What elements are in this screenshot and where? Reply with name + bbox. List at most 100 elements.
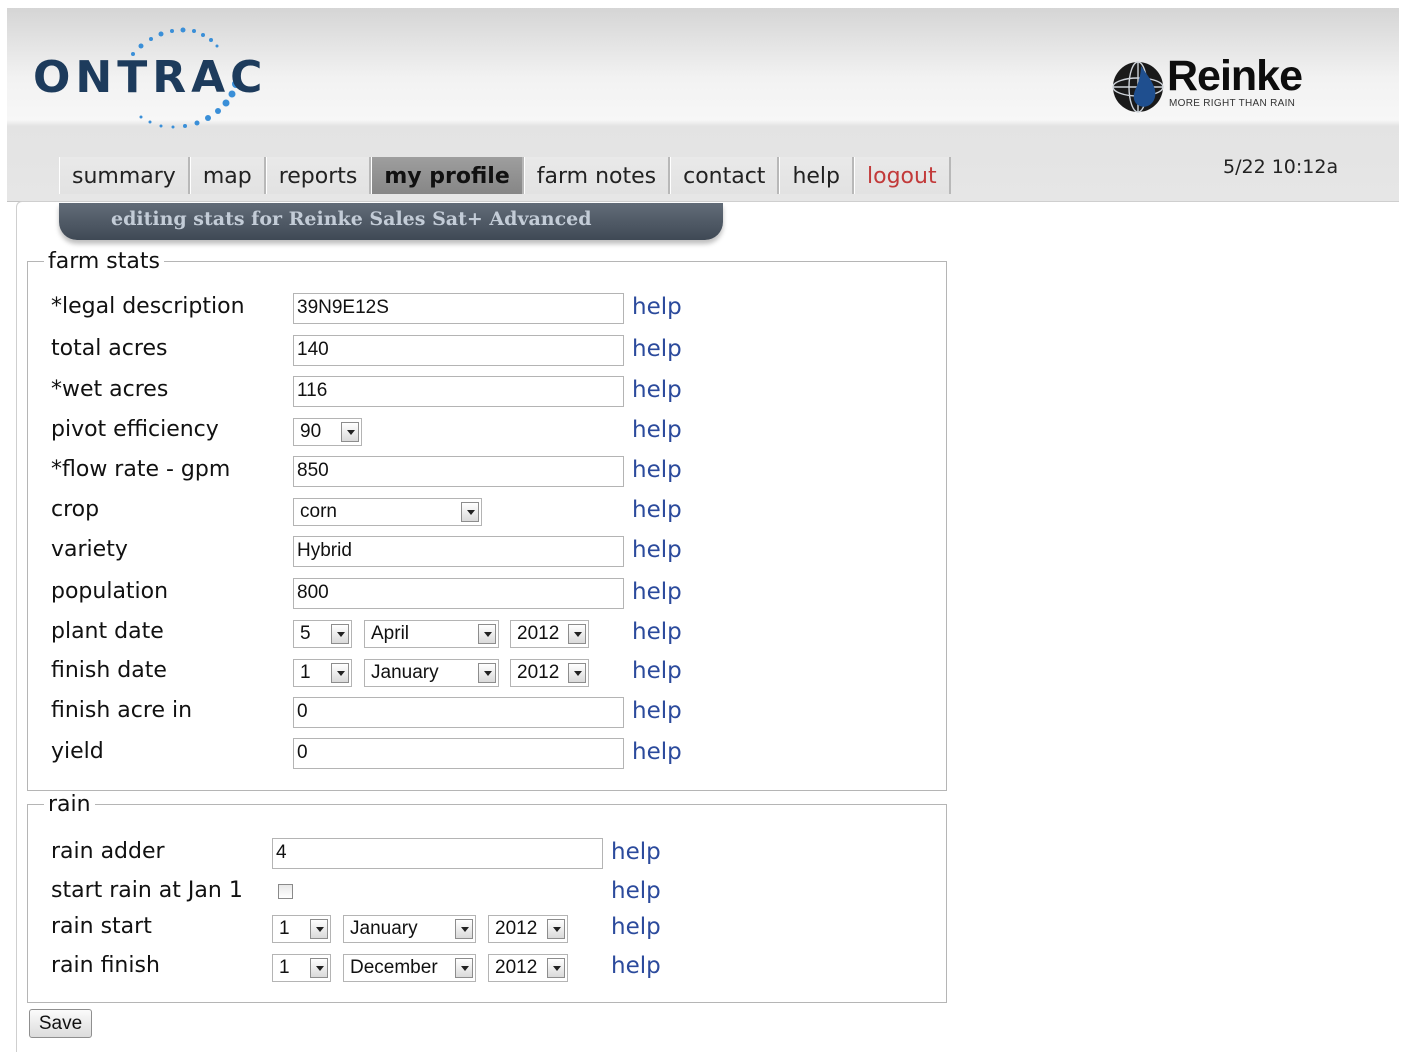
finish-date-month-select[interactable]: January: [364, 659, 499, 687]
chevron-down-icon[interactable]: [331, 663, 349, 683]
total-acres-help-link[interactable]: help: [632, 336, 682, 362]
start-rain-jan1-label: start rain at Jan 1: [51, 878, 243, 903]
population-help-link[interactable]: help: [632, 579, 682, 605]
reinke-brand-name: Reinke: [1167, 52, 1303, 100]
tab-help[interactable]: help: [779, 157, 854, 194]
rain-finish-year-value: 2012: [495, 957, 538, 978]
plant-date-label: plant date: [51, 619, 164, 644]
population-label: population: [51, 579, 169, 604]
chevron-down-icon[interactable]: [478, 663, 496, 683]
rain-finish-day-value: 1: [279, 957, 290, 978]
plant-date-month-value: April: [371, 623, 410, 644]
reinke-globe-icon: [1112, 61, 1164, 113]
chevron-down-icon[interactable]: [568, 624, 586, 644]
rain-legend: rain: [48, 792, 91, 817]
population-input[interactable]: 800: [293, 578, 624, 609]
crop-select[interactable]: corn: [293, 498, 482, 526]
plant-date-day-select[interactable]: 5: [293, 620, 352, 648]
rain-start-day-value: 1: [279, 918, 290, 939]
finish-acre-in-help-link[interactable]: help: [632, 698, 682, 724]
edit-banner-text: editing stats for Reinke Sales Sat+ Adva…: [111, 208, 592, 230]
variety-input[interactable]: Hybrid: [293, 536, 624, 567]
plant-date-month-select[interactable]: April: [364, 620, 499, 648]
chevron-down-icon[interactable]: [547, 958, 565, 978]
save-button[interactable]: Save: [29, 1009, 92, 1038]
start-rain-jan1-checkbox[interactable]: [278, 884, 293, 899]
main-nav: summary map reports my profile farm note…: [59, 157, 951, 194]
rain-finish-year-select[interactable]: 2012: [488, 954, 568, 982]
edit-banner: editing stats for Reinke Sales Sat+ Adva…: [59, 203, 723, 240]
tab-farm-notes[interactable]: farm notes: [523, 157, 671, 194]
finish-date-label: finish date: [51, 658, 167, 683]
rain-start-year-select[interactable]: 2012: [488, 915, 568, 943]
tab-logout[interactable]: logout: [854, 157, 951, 194]
total-acres-input[interactable]: 140: [293, 335, 624, 366]
start-rain-jan1-help-link[interactable]: help: [611, 878, 661, 904]
ontrac-logo[interactable]: ONTRAC: [33, 22, 313, 132]
wet-acres-input[interactable]: 116: [293, 376, 624, 407]
rain-start-month-select[interactable]: January: [343, 915, 476, 943]
flow-rate-input[interactable]: 850: [293, 456, 624, 487]
chevron-down-icon[interactable]: [310, 958, 328, 978]
tab-map[interactable]: map: [189, 157, 266, 194]
rain-finish-month-value: December: [350, 957, 438, 978]
rain-finish-day-select[interactable]: 1: [272, 954, 331, 982]
variety-help-link[interactable]: help: [632, 537, 682, 563]
finish-date-month-value: January: [371, 662, 439, 683]
rain-start-year-value: 2012: [495, 918, 538, 939]
legal-description-input[interactable]: 39N9E12S: [293, 293, 624, 324]
crop-help-link[interactable]: help: [632, 497, 682, 523]
pivot-efficiency-select[interactable]: 90: [293, 418, 362, 446]
tab-summary[interactable]: summary: [59, 157, 190, 194]
yield-label: yield: [51, 739, 104, 764]
yield-help-link[interactable]: help: [632, 739, 682, 765]
chevron-down-icon[interactable]: [310, 919, 328, 939]
rain-start-month-value: January: [350, 918, 418, 939]
tab-my-profile[interactable]: my profile: [371, 157, 524, 194]
finish-date-help-link[interactable]: help: [632, 658, 682, 684]
chevron-down-icon[interactable]: [455, 919, 473, 939]
pivot-efficiency-help-link[interactable]: help: [632, 417, 682, 443]
rain-start-day-select[interactable]: 1: [272, 915, 331, 943]
chevron-down-icon[interactable]: [331, 624, 349, 644]
finish-acre-in-input[interactable]: 0: [293, 697, 624, 728]
plant-date-year-value: 2012: [517, 623, 560, 644]
chevron-down-icon[interactable]: [461, 502, 479, 522]
chevron-down-icon[interactable]: [547, 919, 565, 939]
rain-start-help-link[interactable]: help: [611, 914, 661, 940]
finish-date-year-select[interactable]: 2012: [510, 659, 589, 687]
farm-stats-legend: farm stats: [48, 249, 160, 274]
plant-date-day-value: 5: [300, 623, 311, 644]
rain-finish-month-select[interactable]: December: [343, 954, 476, 982]
legal-description-label: *legal description: [51, 294, 245, 319]
plant-date-year-select[interactable]: 2012: [510, 620, 589, 648]
total-acres-label: total acres: [51, 336, 168, 361]
rain-finish-help-link[interactable]: help: [611, 953, 661, 979]
rain-adder-help-link[interactable]: help: [611, 839, 661, 865]
wet-acres-help-link[interactable]: help: [632, 377, 682, 403]
reinke-tagline: MORE RIGHT THAN RAIN: [1169, 98, 1296, 109]
tab-contact[interactable]: contact: [670, 157, 780, 194]
crop-value: corn: [300, 501, 337, 522]
chevron-down-icon[interactable]: [478, 624, 496, 644]
rain-adder-input[interactable]: 4: [272, 838, 603, 869]
tab-reports[interactable]: reports: [265, 157, 372, 194]
ontrac-logo-text: ONTRAC: [33, 52, 268, 103]
chevron-down-icon[interactable]: [568, 663, 586, 683]
wet-acres-label: *wet acres: [51, 377, 169, 402]
chevron-down-icon[interactable]: [341, 422, 359, 442]
pivot-efficiency-value: 90: [300, 421, 322, 442]
chevron-down-icon[interactable]: [455, 958, 473, 978]
plant-date-help-link[interactable]: help: [632, 619, 682, 645]
flow-rate-label: *flow rate - gpm: [51, 457, 231, 482]
pivot-efficiency-label: pivot efficiency: [51, 417, 219, 442]
variety-label: variety: [51, 537, 128, 562]
reinke-logo[interactable]: Reinke MORE RIGHT THAN RAIN: [1107, 52, 1337, 124]
rain-start-label: rain start: [51, 914, 152, 939]
flow-rate-help-link[interactable]: help: [632, 457, 682, 483]
finish-date-day-select[interactable]: 1: [293, 659, 352, 687]
legal-description-help-link[interactable]: help: [632, 294, 682, 320]
rain-adder-label: rain adder: [51, 839, 165, 864]
yield-input[interactable]: 0: [293, 738, 624, 769]
finish-acre-in-label: finish acre in: [51, 698, 193, 723]
